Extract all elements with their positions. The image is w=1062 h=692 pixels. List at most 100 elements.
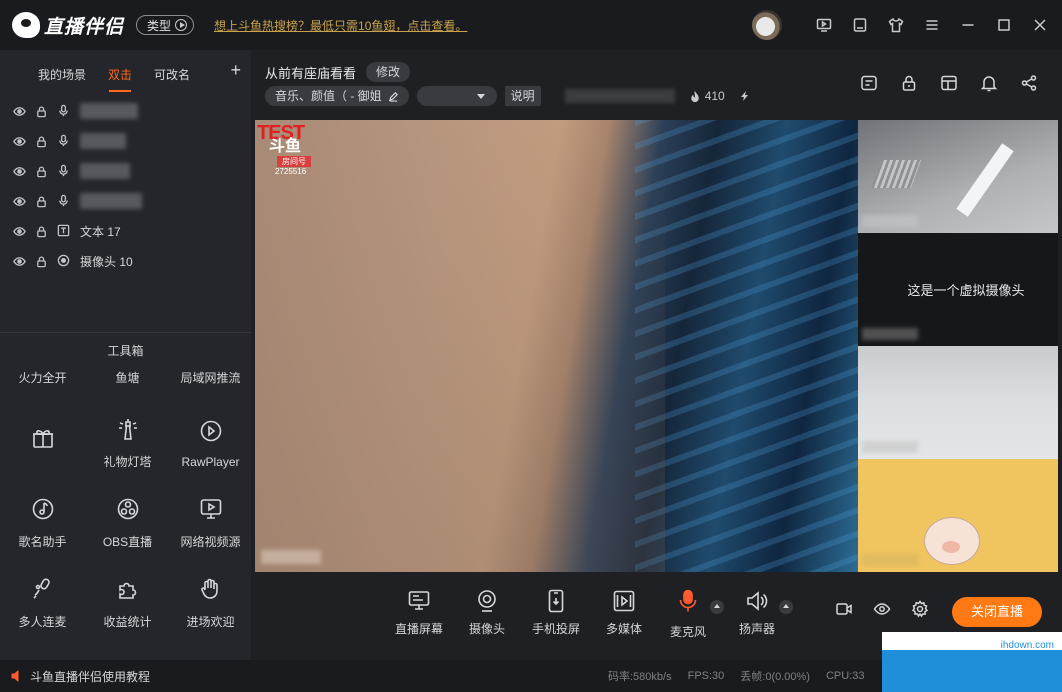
source-row[interactable]: [0, 186, 251, 216]
lock-icon[interactable]: [900, 74, 918, 92]
tab-scene-renamable[interactable]: 可改名: [154, 58, 190, 92]
cpu-stat: CPU:33: [825, 670, 865, 682]
monitor-play-icon[interactable]: [816, 17, 832, 33]
promo-link[interactable]: 想上斗鱼热搜榜？最低只需10鱼翅，点击查看。: [214, 17, 467, 34]
lock-icon[interactable]: [35, 165, 48, 178]
thumbnail-caption-redacted: [862, 554, 918, 566]
lock-icon[interactable]: [35, 255, 48, 268]
tool-lan-push[interactable]: 局域网推流: [170, 369, 251, 403]
avatar[interactable]: [752, 10, 782, 40]
thumbnail-caption-redacted: [862, 441, 918, 453]
stop-stream-button[interactable]: 关闭直播: [952, 597, 1042, 627]
tool-fish-pond[interactable]: 鱼塘: [85, 369, 170, 403]
tool-gift-lighthouse[interactable]: 礼物灯塔: [85, 403, 170, 483]
lock-icon[interactable]: [35, 105, 48, 118]
obs-icon: [115, 496, 141, 525]
tool-label: 歌名助手: [18, 535, 67, 549]
minimize-icon[interactable]: [960, 17, 976, 33]
close-icon[interactable]: [1032, 17, 1048, 33]
bolt-icon[interactable]: [739, 90, 751, 102]
mic-options-button[interactable]: [710, 600, 724, 614]
source-list: 文本 17 摄像头 10: [0, 92, 251, 276]
eye-icon[interactable]: [13, 105, 26, 118]
pig-snout: [942, 541, 960, 553]
multi-mic-icon: [30, 576, 56, 605]
tab-scene-double-click[interactable]: 双击: [108, 58, 132, 92]
type-button[interactable]: 类型: [136, 15, 195, 35]
record-icon[interactable]: [835, 600, 853, 618]
tool-label: 收益统计: [103, 615, 152, 629]
tutorial-link[interactable]: 斗鱼直播伴侣使用教程: [10, 668, 150, 685]
notice-board-icon[interactable]: [860, 74, 878, 92]
eye-icon[interactable]: [873, 600, 891, 618]
watermark-brand-text: 斗鱼: [269, 138, 302, 155]
add-scene-button[interactable]: +: [230, 60, 241, 81]
tool-web-video[interactable]: 网络视频源: [170, 483, 251, 563]
tool-gift[interactable]: [0, 403, 85, 483]
music-note-icon: [30, 496, 56, 525]
eye-icon[interactable]: [13, 135, 26, 148]
gear-icon[interactable]: [911, 600, 929, 618]
explain-button[interactable]: 说明: [504, 86, 541, 106]
eye-icon[interactable]: [13, 165, 26, 178]
tool-label: 直播屏幕: [395, 622, 444, 636]
source-name-redacted: [80, 103, 138, 119]
mic-icon: [679, 589, 697, 612]
lock-icon[interactable]: [35, 225, 48, 238]
dropped-frames-stat: 丢帧:0(0.00%): [740, 671, 810, 683]
site-watermark: ihdown.com: [882, 632, 1062, 692]
source-row[interactable]: 摄像头 10: [0, 246, 251, 276]
eye-icon[interactable]: [13, 255, 26, 268]
microphone-button[interactable]: 麦克风: [670, 588, 706, 640]
thumbnail-wall: [858, 346, 1058, 459]
source-name-redacted: [80, 163, 130, 179]
add-media-button[interactable]: 多媒体: [606, 588, 642, 637]
tool-label: 进场欢迎: [186, 615, 235, 629]
tool-label: 局域网推流: [180, 371, 241, 385]
tool-label: 多人连麦: [18, 615, 67, 629]
tag-dropdown[interactable]: [416, 86, 497, 106]
left-sidebar: 我的场景 双击 可改名 + 文本 17 摄像头 10 工具箱 火力全开 鱼塘 局…: [0, 50, 251, 660]
room-title: 从前有座庙看看: [265, 65, 357, 81]
tool-song-helper[interactable]: 歌名助手: [0, 483, 85, 563]
speaker-options-button[interactable]: [779, 600, 793, 614]
tablet-icon[interactable]: [852, 17, 868, 33]
scene-tabs: 我的场景 双击 可改名 +: [0, 50, 251, 92]
room-title-row: 从前有座庙看看 修改: [265, 62, 411, 82]
tool-label: 网络视频源: [180, 535, 241, 549]
share-icon[interactable]: [1020, 74, 1038, 92]
tool-revenue-stats[interactable]: 收益统计: [85, 563, 170, 643]
edit-title-button[interactable]: 修改: [366, 62, 411, 82]
eye-icon[interactable]: [13, 195, 26, 208]
tab-my-scenes[interactable]: 我的场景: [38, 58, 86, 92]
layout-icon[interactable]: [940, 74, 958, 92]
shirt-icon[interactable]: [888, 17, 904, 33]
stream-preview[interactable]: TEST 斗鱼 房间号 2725516 这是一个虚拟摄像头: [255, 120, 1058, 572]
source-row[interactable]: 文本 17: [0, 216, 251, 246]
eye-icon[interactable]: [13, 225, 26, 238]
wave-hand-icon: [198, 576, 224, 605]
tool-fire[interactable]: 火力全开: [0, 369, 85, 403]
category-select[interactable]: 音乐、颜值（ - 御姐: [265, 86, 409, 106]
menu-icon[interactable]: [924, 17, 940, 33]
tool-obs[interactable]: OBS直播: [85, 483, 170, 563]
source-row[interactable]: [0, 96, 251, 126]
stream-stats: 码率:580kb/s FPS:30 丢帧:0(0.00%) CPU:33: [608, 660, 865, 692]
add-screen-button[interactable]: 直播屏幕: [395, 588, 443, 637]
source-row[interactable]: [0, 156, 251, 186]
tool-rawplayer[interactable]: RawPlayer: [170, 403, 251, 483]
play-circle-icon: [175, 19, 188, 31]
main-area: 从前有座庙看看 修改 音乐、颜值（ - 御姐 说明 410 TEST 斗鱼 房间…: [255, 50, 1062, 660]
tool-welcome[interactable]: 进场欢迎: [170, 563, 251, 643]
lock-icon[interactable]: [35, 135, 48, 148]
lock-icon[interactable]: [35, 195, 48, 208]
speaker-button[interactable]: 扬声器: [739, 588, 775, 637]
app-window: 直播伴侣 类型 想上斗鱼热搜榜？最低只需10鱼翅，点击查看。 我的场景 双击 可…: [0, 0, 1062, 692]
maximize-icon[interactable]: [996, 17, 1012, 33]
tool-multi-mic[interactable]: 多人连麦: [0, 563, 85, 643]
watermark-room-tag: 房间号: [277, 156, 311, 167]
source-row[interactable]: [0, 126, 251, 156]
bell-icon[interactable]: [980, 74, 998, 92]
add-webcam-button[interactable]: 摄像头: [469, 588, 505, 637]
add-phone-cast-button[interactable]: 手机投屏: [532, 588, 580, 637]
